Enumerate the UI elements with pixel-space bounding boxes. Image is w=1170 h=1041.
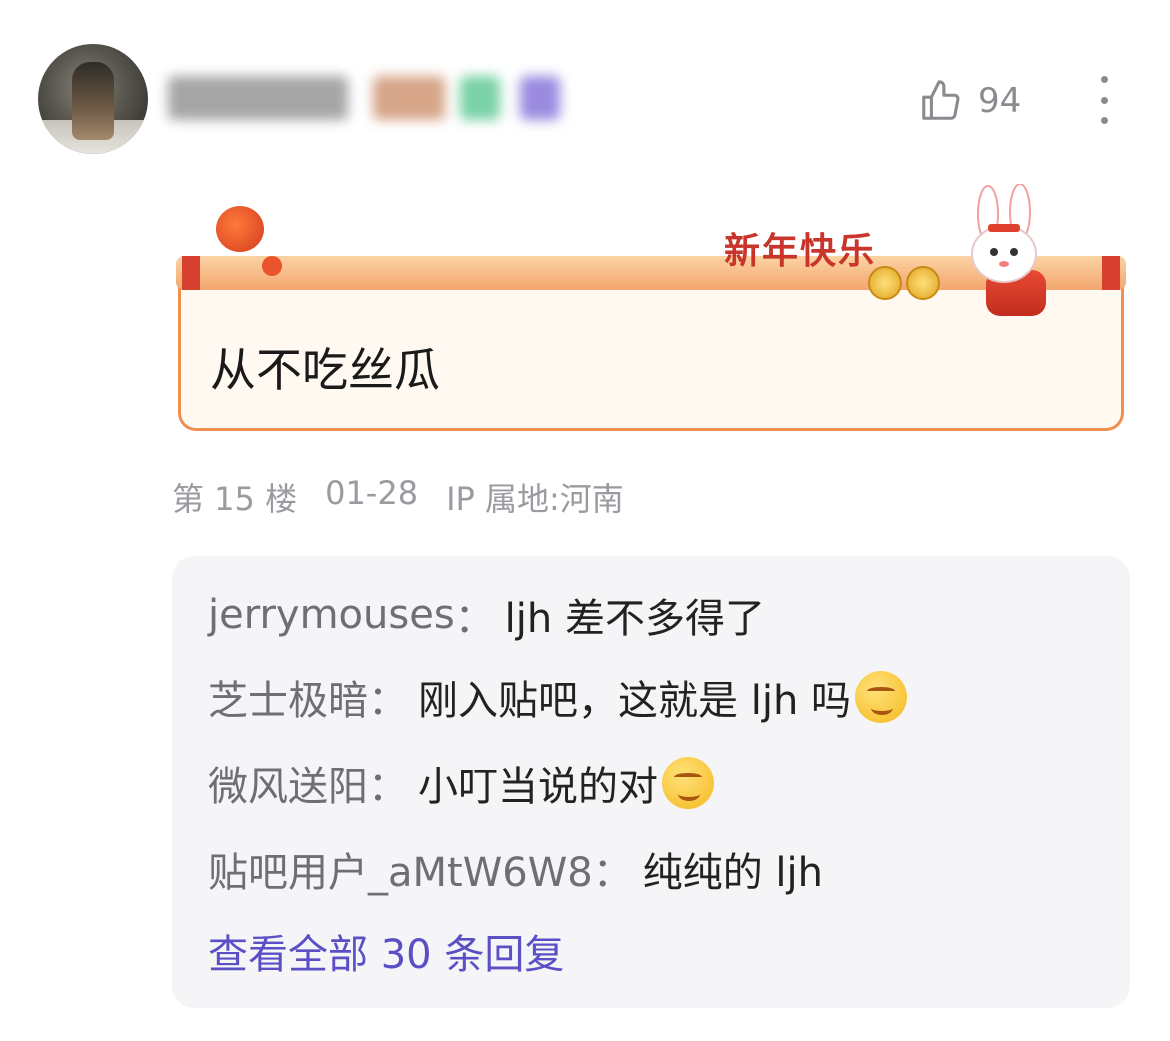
reply-separator: ： [592,850,633,896]
reply-item[interactable]: 微风送阳： 小叮当说的对 [208,754,714,812]
reply-author[interactable]: 微风送阳 [208,754,368,812]
like-button[interactable]: 94 [918,78,1021,124]
lantern-small-icon [262,256,282,276]
post-meta: 第 15 楼 01-28 IP 属地:河南 [172,474,624,520]
view-all-replies-link[interactable]: 查看全部 30 条回复 [208,922,564,980]
replies-panel[interactable]: jerrymouses： ljh 差不多得了 芝士极暗： 刚入贴吧，这就是 lj… [172,556,1130,1008]
thumbs-up-icon [922,80,960,120]
reply-text: 小叮当说的对 [418,764,658,810]
new-year-banner: 新年快乐 [724,230,877,272]
reply-separator: ： [368,678,408,724]
floor-number: 第 15 楼 [172,480,298,518]
like-count: 94 [978,81,1022,121]
lantern-icon [216,206,264,252]
reply-author[interactable]: 贴吧用户_aMtW6W8 [208,840,593,898]
reply-text: 纯纯的 ljh [642,850,824,896]
reply-separator: ： [454,596,495,642]
laugh-emoji-icon [662,757,714,809]
reply-author[interactable]: 芝士极暗 [208,668,368,726]
more-vertical-icon[interactable] [1090,76,1118,124]
reply-item[interactable]: jerrymouses： ljh 差不多得了 [208,586,765,644]
avatar-figure [72,62,114,140]
smirk-emoji-icon [855,671,908,723]
reply-text: 刚入贴吧，这就是 ljh 吗 [418,678,852,724]
reply-item[interactable]: 贴吧用户_aMtW6W8： 纯纯的 ljh [208,840,823,898]
post-content: 从不吃丝瓜 [210,343,440,397]
ip-location: IP 属地:河南 [446,480,624,518]
reply-text: ljh 差不多得了 [504,596,765,642]
post-content-card: 新年快乐 从不吃丝瓜 [176,184,1126,436]
username-blurred[interactable] [168,76,568,120]
coins-icon [868,266,940,300]
rabbit-icon [971,184,1037,283]
reply-item[interactable]: 芝士极暗： 刚入贴吧，这就是 ljh 吗 [208,668,908,726]
reply-author[interactable]: jerrymouses [208,592,455,638]
post-date: 01-28 [325,474,419,512]
reply-separator: ： [368,764,408,810]
avatar[interactable] [38,44,148,154]
